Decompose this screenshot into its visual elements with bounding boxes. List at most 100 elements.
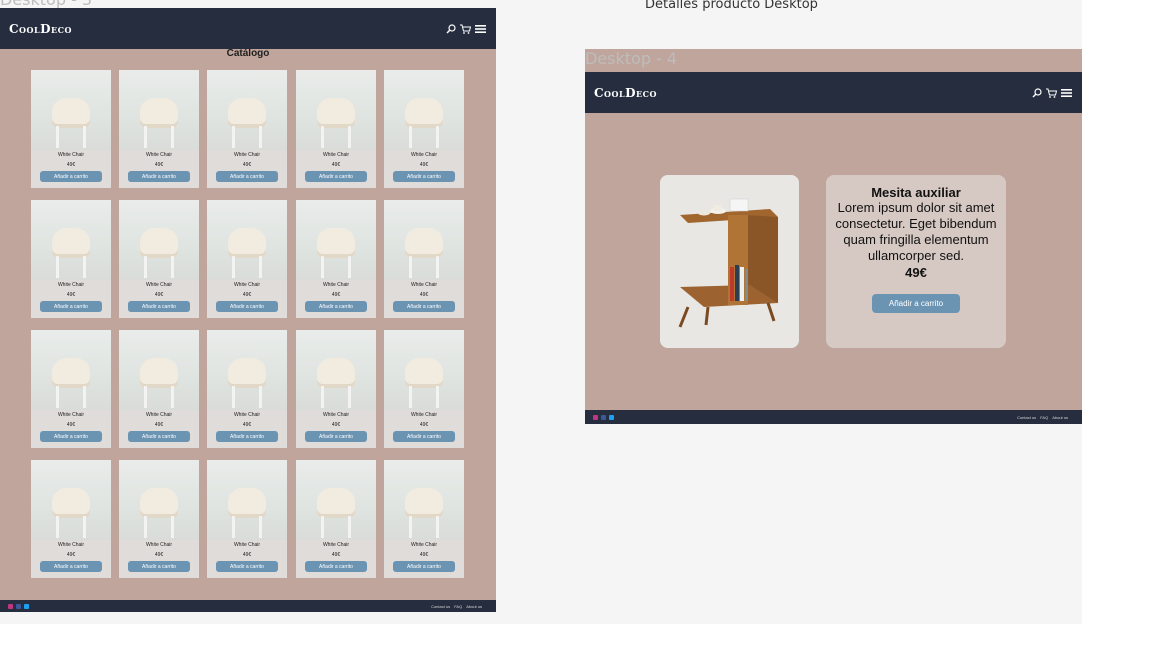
product-card[interactable]: White Chair 49€ Añadir a carrito bbox=[119, 330, 199, 448]
add-to-cart-button[interactable]: Añadir a carrito bbox=[40, 431, 102, 442]
product-card[interactable]: White Chair 49€ Añadir a carrito bbox=[31, 330, 111, 448]
product-card[interactable]: White Chair 49€ Añadir a carrito bbox=[384, 200, 464, 318]
add-to-cart-button[interactable]: Añadir a carrito bbox=[128, 431, 190, 442]
product-price: 49€ bbox=[66, 162, 76, 168]
product-card[interactable]: White Chair 49€ Añadir a carrito bbox=[296, 460, 376, 578]
add-to-cart-button[interactable]: Añadir a carrito bbox=[305, 171, 367, 182]
add-to-cart-button[interactable]: Añadir a carrito bbox=[393, 171, 455, 182]
menu-icon[interactable] bbox=[475, 24, 486, 34]
add-to-cart-button[interactable]: Añadir a carrito bbox=[40, 171, 102, 182]
facebook-icon[interactable] bbox=[16, 603, 21, 609]
product-card[interactable]: White Chair 49€ Añadir a carrito bbox=[207, 70, 287, 188]
product-card[interactable]: White Chair 49€ Añadir a carrito bbox=[384, 70, 464, 188]
product-image bbox=[31, 330, 111, 410]
instagram-icon[interactable] bbox=[593, 414, 598, 420]
add-to-cart-button[interactable]: Añadir a carrito bbox=[216, 431, 278, 442]
product-name: White Chair bbox=[322, 412, 350, 418]
chair-seat bbox=[317, 358, 355, 388]
product-price: 49€ bbox=[331, 162, 341, 168]
header: CoolDeco bbox=[585, 72, 1082, 113]
search-icon[interactable] bbox=[446, 23, 456, 34]
product-card[interactable]: White Chair 49€ Añadir a carrito bbox=[384, 330, 464, 448]
instagram-icon[interactable] bbox=[8, 603, 13, 609]
add-to-cart-button[interactable]: Añadir a carrito bbox=[393, 561, 455, 572]
add-to-cart-button[interactable]: Añadir a carrito bbox=[872, 294, 960, 313]
product-image bbox=[296, 70, 376, 150]
product-price: 49€ bbox=[66, 552, 76, 558]
chair-leg bbox=[259, 256, 262, 278]
product-price: 49€ bbox=[419, 422, 429, 428]
product-price: 49€ bbox=[331, 552, 341, 558]
footer: Contact us FAQ About us bbox=[585, 410, 1082, 424]
header-icons bbox=[446, 23, 486, 34]
product-image bbox=[207, 70, 287, 150]
product-card[interactable]: White Chair 49€ Añadir a carrito bbox=[296, 70, 376, 188]
footer-link-about[interactable]: About us bbox=[1052, 415, 1068, 420]
product-card[interactable]: White Chair 49€ Añadir a carrito bbox=[31, 460, 111, 578]
add-to-cart-button[interactable]: Añadir a carrito bbox=[128, 561, 190, 572]
product-card[interactable]: White Chair 49€ Añadir a carrito bbox=[207, 200, 287, 318]
product-price: 49€ bbox=[154, 292, 164, 298]
chair-leg bbox=[321, 516, 324, 538]
add-to-cart-button[interactable]: Añadir a carrito bbox=[40, 561, 102, 572]
chair-seat bbox=[405, 98, 443, 128]
add-to-cart-button[interactable]: Añadir a carrito bbox=[216, 171, 278, 182]
footer-links: Contact us FAQ About us bbox=[1017, 415, 1068, 420]
add-to-cart-button[interactable]: Añadir a carrito bbox=[305, 561, 367, 572]
facebook-icon[interactable] bbox=[601, 414, 606, 420]
product-card[interactable]: White Chair 49€ Añadir a carrito bbox=[119, 460, 199, 578]
product-card[interactable]: White Chair 49€ Añadir a carrito bbox=[296, 330, 376, 448]
footer-link-faq[interactable]: FAQ bbox=[454, 604, 462, 609]
product-image bbox=[384, 460, 464, 540]
product-name: White Chair bbox=[145, 412, 173, 418]
logo[interactable]: CoolDeco bbox=[594, 86, 657, 100]
add-to-cart-button[interactable]: Añadir a carrito bbox=[305, 431, 367, 442]
product-card[interactable]: White Chair 49€ Añadir a carrito bbox=[119, 200, 199, 318]
cart-icon[interactable] bbox=[460, 24, 471, 34]
product-card[interactable]: White Chair 49€ Añadir a carrito bbox=[119, 70, 199, 188]
menu-icon[interactable] bbox=[1061, 88, 1072, 98]
product-price: 49€ bbox=[66, 292, 76, 298]
chair-leg bbox=[321, 126, 324, 148]
chair-leg bbox=[56, 386, 59, 408]
chair-seat bbox=[140, 98, 178, 128]
twitter-icon[interactable] bbox=[24, 603, 29, 609]
product-card[interactable]: White Chair 49€ Añadir a carrito bbox=[384, 460, 464, 578]
add-to-cart-button[interactable]: Añadir a carrito bbox=[128, 301, 190, 312]
footer-link-contact[interactable]: Contact us bbox=[1017, 415, 1036, 420]
product-card[interactable]: White Chair 49€ Añadir a carrito bbox=[207, 330, 287, 448]
product-name: White Chair bbox=[410, 412, 438, 418]
twitter-icon[interactable] bbox=[609, 414, 614, 420]
product-card[interactable]: White Chair 49€ Añadir a carrito bbox=[31, 200, 111, 318]
product-image bbox=[119, 70, 199, 150]
product-image bbox=[119, 330, 199, 410]
search-icon[interactable] bbox=[1032, 87, 1042, 98]
footer-link-faq[interactable]: FAQ bbox=[1040, 415, 1048, 420]
product-name: White Chair bbox=[322, 282, 350, 288]
product-price: 49€ bbox=[419, 292, 429, 298]
chair-leg bbox=[409, 516, 412, 538]
social-links bbox=[8, 603, 29, 609]
product-card[interactable]: White Chair 49€ Añadir a carrito bbox=[296, 200, 376, 318]
product-card[interactable]: White Chair 49€ Añadir a carrito bbox=[207, 460, 287, 578]
product-card[interactable]: White Chair 49€ Añadir a carrito bbox=[31, 70, 111, 188]
chair-seat bbox=[228, 98, 266, 128]
footer-link-about[interactable]: About us bbox=[466, 604, 482, 609]
product-image bbox=[207, 460, 287, 540]
logo[interactable]: CoolDeco bbox=[9, 22, 72, 36]
add-to-cart-button[interactable]: Añadir a carrito bbox=[216, 301, 278, 312]
add-to-cart-button[interactable]: Añadir a carrito bbox=[393, 431, 455, 442]
product-image bbox=[207, 330, 287, 410]
footer-link-contact[interactable]: Contact us bbox=[431, 604, 450, 609]
add-to-cart-button[interactable]: Añadir a carrito bbox=[128, 171, 190, 182]
product-name: White Chair bbox=[233, 282, 261, 288]
add-to-cart-button[interactable]: Añadir a carrito bbox=[305, 301, 367, 312]
product-description: Lorem ipsum dolor sit amet consectetur. … bbox=[835, 200, 997, 263]
add-to-cart-button[interactable]: Añadir a carrito bbox=[216, 561, 278, 572]
cart-icon[interactable] bbox=[1046, 88, 1057, 98]
chair-leg bbox=[56, 256, 59, 278]
add-to-cart-button[interactable]: Añadir a carrito bbox=[393, 301, 455, 312]
chair-leg bbox=[171, 126, 174, 148]
add-to-cart-button[interactable]: Añadir a carrito bbox=[40, 301, 102, 312]
product-name: White Chair bbox=[57, 152, 85, 158]
